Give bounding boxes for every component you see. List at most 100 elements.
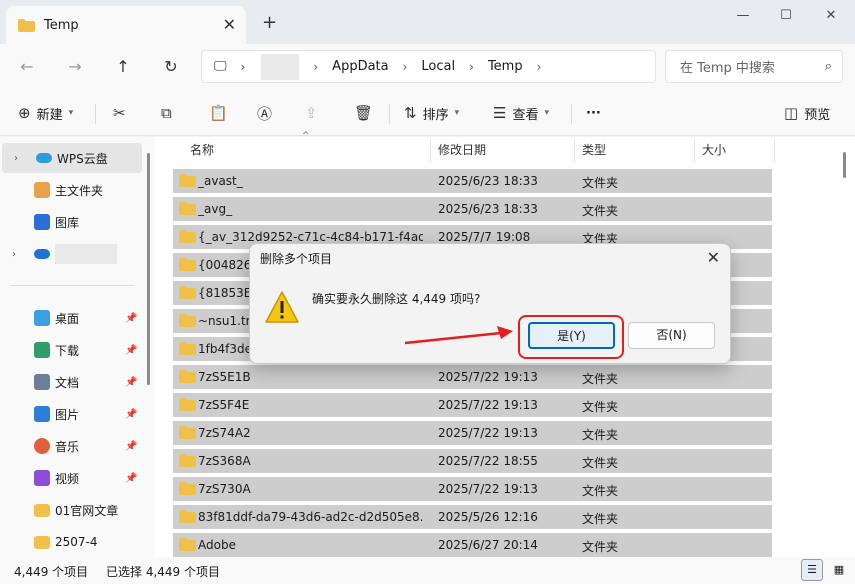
sidebar-item-onedrive[interactable]: › [0,239,140,269]
sidebar-item-videos[interactable]: 视频 📌 [0,463,140,493]
sidebar-item-label: 2507-4 [55,535,98,549]
table-row[interactable]: 7zS74A2 2025/7/22 19:13 文件夹 [173,421,772,445]
file-date: 2025/7/22 19:13 [438,426,538,440]
pin-icon: 📌 [125,344,138,356]
column-header-size[interactable]: 大小 [694,137,726,163]
rename-button[interactable]: Ⓐ [257,102,278,124]
table-row[interactable]: 7zS368A 2025/7/22 18:55 文件夹 [173,449,772,473]
file-list-scrollbar[interactable] [843,152,846,178]
search-placeholder: 在 Temp 中搜索 [680,61,775,76]
tab-temp[interactable]: Temp ✕ [6,6,246,44]
file-name: 83f81ddf-da79-43d6-ad2c-d2d505e8... [198,510,423,524]
sidebar-scrollbar[interactable] [147,153,150,385]
pin-icon: 📌 [125,440,138,452]
sort-ascending-icon: ^ [302,131,310,141]
folder-icon [18,18,35,32]
forward-icon[interactable]: → [62,54,88,80]
table-row[interactable]: _avg_ 2025/6/23 18:33 文件夹 [173,197,772,221]
sidebar-item-home[interactable]: 主文件夹 [0,175,140,205]
command-bar: ⊕ 新建 ▾ ✂ ⧉ 📋 Ⓐ ⇪ 🗑 ⇅ 排序 ▾ ☰ 查看 ▾ ··· ◫ 预… [0,90,855,136]
breadcrumb-appdata[interactable]: AppData [332,59,388,74]
dialog-title: 删除多个项目 [260,252,333,266]
scissors-icon: ✂ [113,104,126,122]
sidebar-item-documents[interactable]: 文档 📌 [0,367,140,397]
sidebar-item-desktop[interactable]: 桌面 📌 [0,303,140,333]
confirm-no-button[interactable]: 否(N) [628,322,715,349]
sidebar-item-music[interactable]: 音乐 📌 [0,431,140,461]
more-button[interactable]: ··· [586,102,601,124]
new-tab-button[interactable]: + [262,12,277,33]
preview-button[interactable]: ◫ 预览 [784,102,830,124]
sort-icon: ⇅ [404,104,417,122]
trash-icon: 🗑 [354,104,374,122]
sidebar-item-folder-01[interactable]: 01官网文章 [0,495,140,525]
sidebar-item-wps-cloud[interactable]: › WPS云盘 [2,143,142,173]
tiles-view-button[interactable]: ▦ [828,559,850,581]
dialog-close-icon[interactable]: ✕ [707,248,720,267]
chevron-right-icon: › [313,59,319,74]
maximize-button[interactable]: ☐ [776,6,796,26]
paste-button[interactable]: 📋 [209,102,234,124]
breadcrumb-local[interactable]: Local [421,59,455,74]
folder-icon [179,510,196,523]
file-type: 文件夹 [582,176,619,190]
copy-button[interactable]: ⧉ [161,102,178,124]
cut-button[interactable]: ✂ [113,102,132,124]
table-row[interactable]: 7zS730A 2025/7/22 19:13 文件夹 [173,477,772,501]
music-icon [34,438,50,454]
document-icon [34,374,50,390]
back-icon[interactable]: ← [14,54,40,80]
table-row[interactable]: 7zS5E1B 2025/7/22 19:13 文件夹 [173,365,772,389]
address-bar[interactable]: 🖵 › › AppData › Local › Temp › [201,50,656,83]
file-name: 7zS5F4E [198,398,250,412]
chevron-right-icon: › [536,59,542,74]
chevron-right-icon: › [402,59,408,74]
sidebar-item-pictures[interactable]: 图片 📌 [0,399,140,429]
folder-icon [179,230,196,243]
sidebar-item-downloads[interactable]: 下载 📌 [0,335,140,365]
search-input[interactable]: 在 Temp 中搜索 ⌕ [665,50,843,83]
file-name: 7zS5E1B [198,370,251,384]
file-name: 7zS730A [198,482,251,496]
column-divider[interactable] [774,139,775,163]
table-row[interactable]: _avast_ 2025/6/23 18:33 文件夹 [173,169,772,193]
sort-button[interactable]: ⇅ 排序 ▾ [404,102,459,124]
divider [571,104,572,124]
copy-icon: ⧉ [161,104,172,122]
column-header-date[interactable]: 修改日期 [430,137,486,163]
sidebar-item-label: 图片 [55,407,80,422]
table-row[interactable]: Adobe 2025/6/27 20:14 文件夹 [173,533,772,557]
sidebar-item-label: 主文件夹 [55,183,104,198]
up-icon[interactable]: ↑ [110,54,136,80]
column-header-name[interactable]: 名称 [182,137,214,163]
navigation-bar: ← → ↑ ↻ 🖵 › › AppData › Local › Temp › 在… [0,44,855,90]
sidebar-item-gallery[interactable]: 图库 [0,207,140,237]
tab-title: Temp [44,17,79,33]
table-row[interactable]: 7zS5F4E 2025/7/22 19:13 文件夹 [173,393,772,417]
refresh-icon[interactable]: ↻ [158,54,184,80]
onedrive-icon [34,249,50,259]
breadcrumb-temp[interactable]: Temp [488,59,523,74]
divider [10,285,135,286]
details-view-button[interactable]: ☰ [801,559,823,581]
new-button[interactable]: ⊕ 新建 ▾ [18,102,73,124]
chevron-down-icon: ▾ [68,108,74,118]
view-button[interactable]: ☰ 查看 ▾ [493,102,549,124]
file-date: 2025/7/7 19:08 [438,230,531,244]
minimize-button[interactable]: — [733,6,753,26]
sidebar-item-label: 桌面 [55,311,80,326]
folder-icon [179,286,196,299]
column-header-type[interactable]: 类型 [574,137,606,163]
share-button[interactable]: ⇪ [305,102,324,124]
sidebar-item-label [55,244,117,264]
delete-button[interactable]: 🗑 [354,102,379,124]
folder-icon [179,398,196,411]
table-row[interactable]: 83f81ddf-da79-43d6-ad2c-d2d505e8... 2025/… [173,505,772,529]
sidebar-item-label: 文档 [55,375,80,390]
file-name: _avast_ [198,174,243,188]
folder-icon [179,174,196,187]
close-window-button[interactable]: ✕ [821,6,841,26]
tab-close-icon[interactable]: ✕ [223,15,236,34]
sidebar-item-folder-2507[interactable]: 2507-4 [0,527,140,557]
title-bar: Temp ✕ + — ☐ ✕ [0,0,855,44]
